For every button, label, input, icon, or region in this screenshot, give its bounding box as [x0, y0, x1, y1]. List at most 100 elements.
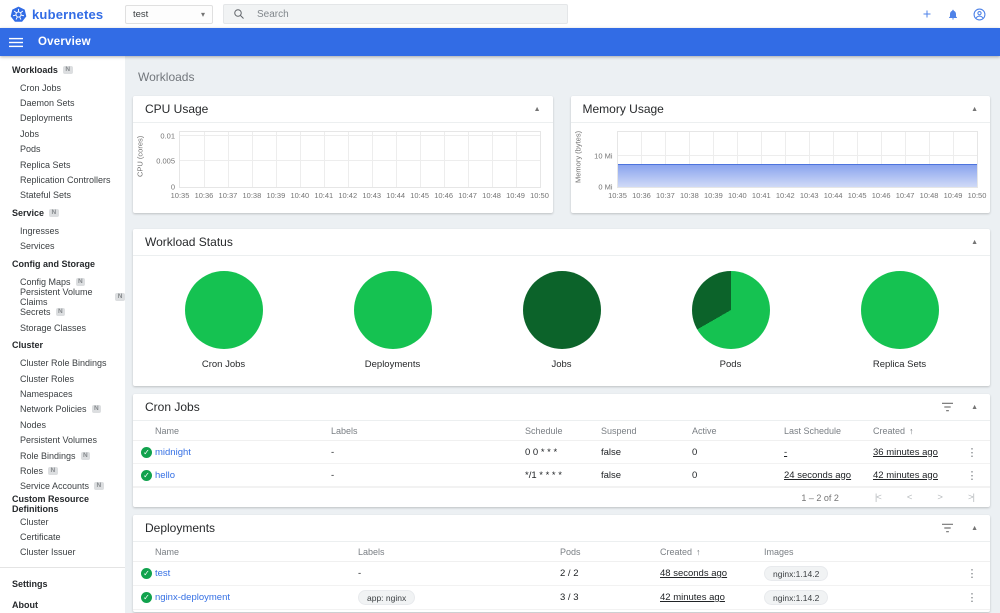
x-tick-label: 10:49 — [943, 191, 963, 200]
column-header-created[interactable]: Created ↑ — [873, 426, 954, 436]
collapse-icon[interactable]: ▲ — [971, 106, 978, 113]
column-header-suspend[interactable]: Suspend — [601, 426, 692, 436]
column-header-created[interactable]: Created ↑ — [660, 547, 764, 557]
sidebar-group-config-and-storage[interactable]: Config and Storage — [0, 254, 125, 274]
sort-ascending-icon: ↑ — [696, 546, 701, 557]
sidebar-group-custom-resource-definitions[interactable]: Custom Resource Definitions — [0, 494, 125, 514]
user-profile-icon[interactable] — [966, 8, 992, 21]
filter-icon[interactable] — [942, 402, 954, 412]
sidebar-group-service[interactable]: Service N — [0, 203, 125, 223]
sidebar-item-settings[interactable]: Settings — [0, 573, 125, 594]
column-header-last-schedule[interactable]: Last Schedule — [784, 426, 873, 436]
resource-link[interactable]: nginx-deployment — [155, 592, 230, 603]
kubernetes-logo[interactable]: kubernetes — [0, 6, 125, 23]
cell-value: 24 seconds ago — [784, 469, 852, 481]
sidebar-item-cluster-roles[interactable]: Cluster Roles — [0, 371, 125, 386]
cpu-usage-chart: CPU (cores) 0 0.005 0.01 10:35 10:36 10:37 10:3… — [133, 123, 553, 212]
collapse-icon[interactable]: ▲ — [971, 239, 978, 246]
sidebar-item-nodes[interactable]: Nodes — [0, 417, 125, 432]
new-items-badge: N — [55, 308, 66, 317]
table-cell: 36 minutes ago — [873, 447, 954, 458]
row-actions-menu-button[interactable]: ⋮ — [963, 591, 982, 604]
column-header-pods[interactable]: Pods — [560, 547, 660, 557]
create-resource-button[interactable] — [914, 8, 940, 20]
row-actions-menu-button[interactable]: ⋮ — [963, 469, 982, 482]
sidebar-item-roles[interactable]: Roles N — [0, 463, 125, 478]
x-tick-label: 10:39 — [703, 191, 723, 200]
first-page-button[interactable]: |< — [875, 492, 882, 503]
sidebar-item-label: Replication Controllers — [20, 175, 111, 186]
sidebar-item-role-bindings[interactable]: Role Bindings N — [0, 448, 125, 463]
deployments-rows: ✓ test -2 / 2 48 seconds ago nginx:1.14.2 ⋮ ✓ n… — [133, 562, 990, 610]
sidebar-group-cluster[interactable]: Cluster — [0, 335, 125, 355]
resource-link[interactable]: hello — [155, 470, 175, 481]
sidebar-item-namespaces[interactable]: Namespaces — [0, 386, 125, 401]
status-success-icon: ✓ — [141, 592, 152, 603]
column-header-name[interactable]: Name — [155, 426, 331, 436]
sidebar-item-storage-classes[interactable]: Storage Classes — [0, 320, 125, 335]
cpu-usage-plot: 0 0.005 0.01 10:35 10:36 10:37 10:38 10:39 10:40… — [156, 131, 549, 200]
status-success-icon: ✓ — [141, 469, 152, 481]
table-cell: ✓ — [133, 568, 155, 579]
sidebar-item-deployments[interactable]: Deployments — [0, 111, 125, 126]
hamburger-menu-icon[interactable] — [9, 37, 23, 48]
column-header-labels[interactable]: Labels — [358, 547, 560, 557]
workload-status-cron-jobs: Cron Jobs — [139, 271, 308, 370]
resource-link[interactable]: test — [155, 568, 170, 579]
sort-ascending-icon: ↑ — [909, 425, 914, 436]
sidebar-item-services[interactable]: Services — [0, 239, 125, 254]
gridline — [180, 160, 540, 162]
sidebar-item-service-accounts[interactable]: Service Accounts N — [0, 479, 125, 494]
sidebar-item-label: Replica Sets — [20, 159, 71, 170]
sidebar-item-cron-jobs[interactable]: Cron Jobs — [0, 80, 125, 95]
sidebar-item-persistent-volumes[interactable]: Persistent Volumes — [0, 432, 125, 447]
chevron-down-icon: ▾ — [200, 9, 205, 19]
table-cell: 0 — [692, 447, 784, 458]
column-header-name[interactable]: Name — [155, 547, 358, 557]
sidebar-item-replica-sets[interactable]: Replica Sets — [0, 157, 125, 172]
sidebar-item-daemon-sets[interactable]: Daemon Sets — [0, 95, 125, 110]
sidebar-item-persistent-volume-claims[interactable]: Persistent Volume Claims N — [0, 287, 125, 307]
sidebar-item-about[interactable]: About — [0, 594, 125, 613]
collapse-icon[interactable]: ▲ — [534, 106, 541, 113]
sidebar-item-cluster-role-bindings[interactable]: Cluster Role Bindings — [0, 355, 125, 370]
sidebar-item-network-policies[interactable]: Network Policies N — [0, 402, 125, 417]
table-cell: 24 seconds ago — [784, 470, 873, 481]
next-page-button[interactable]: > — [937, 492, 942, 503]
sidebar-group-workloads[interactable]: Workloads N — [0, 60, 125, 80]
previous-page-button[interactable]: < — [907, 492, 912, 503]
collapse-icon[interactable]: ▲ — [971, 525, 978, 532]
pie-chart-replica-sets — [860, 271, 939, 349]
column-header-images[interactable]: Images — [764, 547, 954, 557]
search-bar[interactable] — [223, 4, 568, 24]
row-actions-menu-button[interactable]: ⋮ — [963, 446, 982, 459]
gridline — [203, 132, 205, 187]
gridline — [467, 132, 469, 187]
sidebar-item-replication-controllers[interactable]: Replication Controllers — [0, 172, 125, 187]
cell-value: 36 minutes ago — [873, 446, 938, 458]
cell-value: 0 — [692, 469, 698, 481]
column-header-labels[interactable]: Labels — [331, 426, 525, 436]
status-success-icon: ✓ — [141, 446, 152, 458]
resource-link[interactable]: midnight — [155, 447, 191, 458]
column-header-active[interactable]: Active — [692, 426, 784, 436]
sidebar-item-certificate[interactable]: Certificate — [0, 529, 125, 544]
new-items-badge: N — [49, 209, 59, 218]
sidebar-item-cluster[interactable]: Cluster — [0, 514, 125, 529]
sidebar-item-cluster-issuer[interactable]: Cluster Issuer — [0, 545, 125, 560]
namespace-selector[interactable]: test ▾ — [125, 4, 213, 24]
sidebar-item-stateful-sets[interactable]: Stateful Sets — [0, 188, 125, 203]
last-page-button[interactable]: >| — [968, 492, 975, 503]
label-chip: app: nginx — [358, 590, 416, 605]
sidebar-item-ingresses[interactable]: Ingresses — [0, 223, 125, 238]
sidebar-item-pods[interactable]: Pods — [0, 142, 125, 157]
cell-value: false — [601, 469, 622, 481]
notifications-bell-icon[interactable] — [940, 8, 966, 21]
filter-icon[interactable] — [942, 523, 954, 533]
search-input[interactable] — [255, 7, 558, 21]
row-actions-menu-button[interactable]: ⋮ — [963, 567, 982, 580]
sidebar-item-jobs[interactable]: Jobs — [0, 126, 125, 141]
collapse-icon[interactable]: ▲ — [971, 404, 978, 411]
column-header-schedule[interactable]: Schedule — [525, 426, 601, 436]
gridline — [299, 132, 301, 187]
